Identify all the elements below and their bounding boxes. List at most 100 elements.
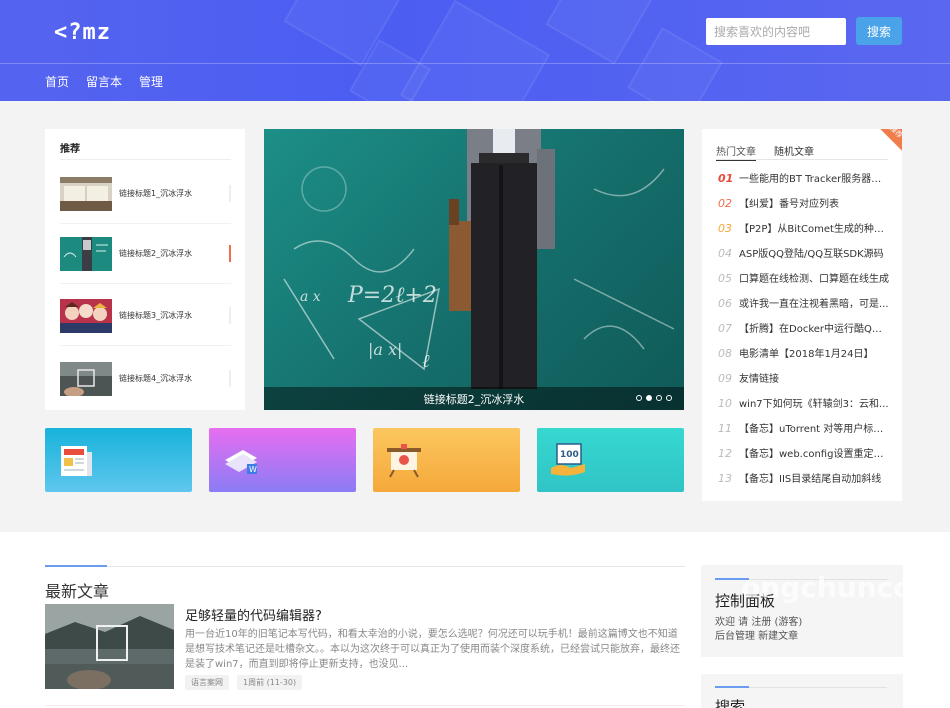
article-link[interactable]: 【P2P】从BitComet生成的种子...: [739, 220, 890, 235]
decor-hexagon: [399, 0, 551, 101]
hot-list: 01 一些能用的BT Tracker服务器地... 02 【纠爱】番号对应列表 03…: [718, 170, 890, 495]
article-link[interactable]: win7下如何玩《轩辕剑3：云和...: [739, 395, 889, 410]
recommend-ribbon: 推荐: [874, 129, 902, 154]
rank-number: 08: [718, 347, 732, 360]
article-link[interactable]: 【折腾】在Docker中运行酷Q机...: [739, 320, 890, 335]
recommend-item[interactable]: 链接标题4_沉冰浮水: [60, 362, 231, 422]
divider: [107, 566, 685, 567]
svg-text:W: W: [249, 465, 257, 474]
rank-number: 04: [718, 247, 732, 260]
chalkboard-thumbnail: [60, 237, 112, 271]
article-link[interactable]: 一些能用的BT Tracker服务器地...: [739, 170, 890, 185]
watermark: ongchuncom: [741, 571, 903, 604]
recommend-item[interactable]: 链接标题2_沉冰浮水: [60, 237, 231, 297]
article-tags: 语言案网 1周前 (11-30): [185, 675, 303, 690]
section-accent: [45, 565, 107, 567]
search-button[interactable]: 搜索: [856, 17, 902, 45]
tile-document[interactable]: W: [209, 428, 356, 492]
divider: [60, 159, 231, 160]
score-card-icon: 100: [551, 443, 585, 476]
tile-easel[interactable]: [373, 428, 520, 492]
slide-caption[interactable]: 链接标题2_沉冰浮水: [264, 391, 684, 407]
nav-item-home[interactable]: 首页: [45, 73, 69, 90]
slider-dot[interactable]: [636, 395, 642, 401]
chalk-formula: ℓ: [422, 351, 430, 372]
article-link[interactable]: 或许我一直在注视着黑暗，可是...: [739, 295, 889, 310]
rank-number: 06: [718, 297, 732, 310]
list-item[interactable]: 08 电影清单【2018年1月24日】: [718, 345, 890, 370]
document-icon: W: [225, 450, 257, 474]
rank-number: 12: [718, 447, 732, 460]
divider: [60, 345, 231, 346]
article-link[interactable]: 友情链接: [739, 370, 779, 385]
article-link[interactable]: 【纠爱】番号对应列表: [739, 195, 839, 210]
image-slider[interactable]: P=2ℓ+2 a x |a x| ℓ 链接标题2_沉冰浮水: [264, 129, 684, 410]
rank-number: 01: [718, 172, 734, 185]
section-accent: [715, 686, 749, 688]
hot-articles-box: 推荐 热门文章 随机文章 01 一些能用的BT Tracker服务器地... 02…: [702, 129, 902, 501]
nav-item-admin[interactable]: 管理: [139, 73, 163, 90]
rank-number: 09: [718, 372, 732, 385]
tile-news[interactable]: [45, 428, 192, 492]
article-link[interactable]: 口算题在线检测、口算题在线生成: [739, 270, 889, 285]
slider-dot[interactable]: [656, 395, 662, 401]
list-item[interactable]: 13 【备忘】IIS目录结尾自动加斜线: [718, 470, 890, 495]
divider: [60, 283, 231, 284]
control-panel: 控制面板 欢迎 请 注册 (游客) 后台管理 新建文章 ongchuncom: [701, 565, 903, 657]
admin-links[interactable]: 后台管理 新建文章: [715, 627, 798, 642]
indicator-bar: [229, 185, 231, 202]
list-item[interactable]: 07 【折腾】在Docker中运行酷Q机...: [718, 320, 890, 345]
rank-number: 05: [718, 272, 732, 285]
chalk-formula: a x: [300, 289, 321, 305]
recommend-item[interactable]: 链接标题3_沉冰浮水: [60, 299, 231, 359]
list-item[interactable]: 03 【P2P】从BitComet生成的种子...: [718, 220, 890, 245]
login-links[interactable]: 欢迎 请 注册 (游客): [715, 613, 802, 628]
article-link[interactable]: 电影清单【2018年1月24日】: [739, 345, 874, 360]
list-item[interactable]: 05 口算题在线检测、口算题在线生成: [718, 270, 890, 295]
search-input[interactable]: [706, 18, 846, 45]
article-excerpt: 用一台近10年的旧笔记本写代码，和看太幸治的小说，要怎么选呢？何况还可以玩手机！…: [185, 629, 680, 670]
recommend-title: 推荐: [60, 144, 80, 155]
easel-icon: [387, 444, 421, 478]
article-link[interactable]: ASP版QQ登陆/QQ互联SDK源码: [739, 245, 884, 260]
article-thumbnail[interactable]: [45, 604, 174, 689]
article-link[interactable]: 【备忘】IIS目录结尾自动加斜线: [739, 470, 881, 485]
slider-dot[interactable]: [666, 395, 672, 401]
recommend-item[interactable]: 链接标题1_沉冰浮水: [60, 177, 231, 237]
list-item[interactable]: 09 友情链接: [718, 370, 890, 395]
rank-number: 02: [718, 197, 732, 210]
list-item[interactable]: 12 【备忘】web.config设置重定向...: [718, 445, 890, 470]
anime-thumbnail: [60, 299, 112, 333]
article-link[interactable]: 【备忘】uTorrent 对等用户标识...: [739, 420, 890, 435]
article-link[interactable]: 【备忘】web.config设置重定向...: [739, 445, 890, 460]
list-item[interactable]: 10 win7下如何玩《轩辕剑3：云和...: [718, 395, 890, 420]
site-logo[interactable]: <?mz: [54, 20, 111, 45]
nav-item-guestbook[interactable]: 留言本: [86, 73, 122, 90]
list-item[interactable]: 04 ASP版QQ登陆/QQ互联SDK源码: [718, 245, 890, 270]
decor-hexagon: [545, 0, 655, 65]
newspaper-icon: [61, 446, 92, 476]
slider-dots: [636, 395, 672, 401]
recommend-item-label: 链接标题2_沉冰浮水: [119, 249, 193, 258]
active-indicator-bar: [229, 245, 231, 262]
rank-number: 10: [718, 397, 732, 410]
tile-score[interactable]: 100: [537, 428, 684, 492]
nav-divider: [0, 63, 950, 64]
slider-dot-active[interactable]: [646, 395, 652, 401]
category-tag[interactable]: 语言案网: [185, 675, 229, 690]
latest-heading: 最新文章: [45, 582, 110, 601]
rank-number: 13: [718, 472, 732, 485]
divider: [749, 687, 887, 688]
list-item[interactable]: 11 【备忘】uTorrent 对等用户标识...: [718, 420, 890, 445]
teacher-figure: [449, 129, 555, 389]
search-panel-title: 搜索: [715, 698, 746, 708]
indicator-bar: [229, 370, 231, 387]
article-title[interactable]: 足够轻量的代码编辑器?: [185, 605, 322, 624]
list-item[interactable]: 06 或许我一直在注视着黑暗，可是...: [718, 295, 890, 320]
list-item[interactable]: 02 【纠爱】番号对应列表: [718, 195, 890, 220]
divider: [60, 223, 231, 224]
rank-number: 07: [718, 322, 732, 335]
divider: [716, 159, 888, 160]
recommend-item-label: 链接标题3_沉冰浮水: [119, 311, 193, 320]
list-item[interactable]: 01 一些能用的BT Tracker服务器地...: [718, 170, 890, 195]
